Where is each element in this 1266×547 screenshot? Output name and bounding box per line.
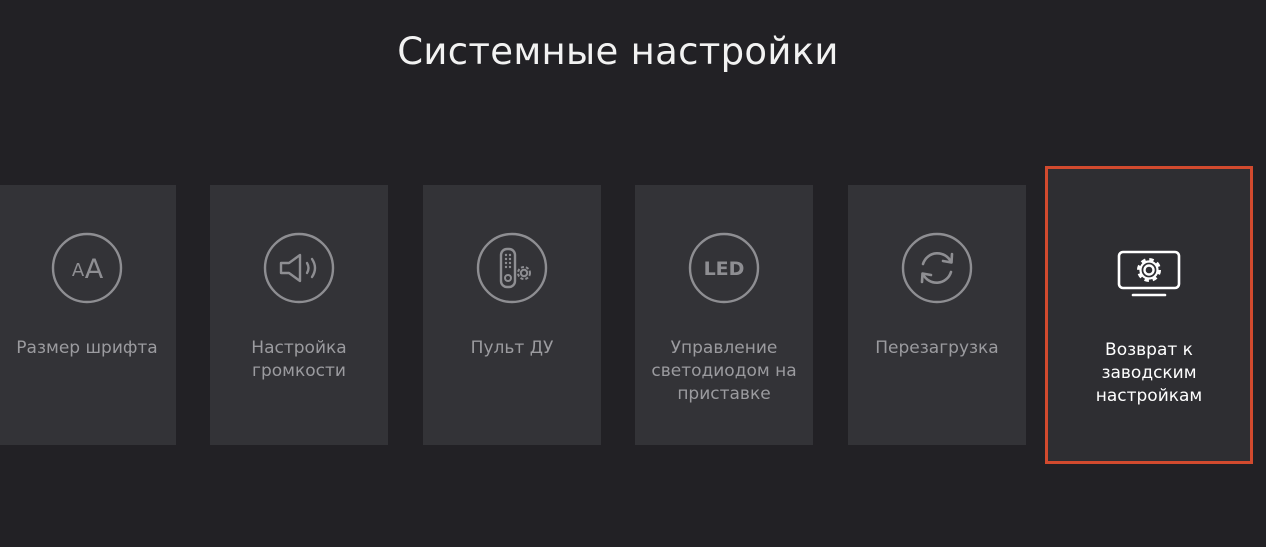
remote-control-icon bbox=[476, 232, 548, 304]
svg-text:A: A bbox=[72, 260, 85, 281]
tile-remote[interactable]: Пульт ДУ bbox=[423, 185, 601, 445]
tile-label: Управление светодиодом на приставке bbox=[651, 338, 797, 404]
tile-led[interactable]: LED Управление светодиодом на приставке bbox=[635, 185, 813, 445]
tv-gear-icon bbox=[1113, 242, 1185, 314]
tile-volume[interactable]: Настройка громкости bbox=[210, 185, 388, 445]
tile-label: Настройка громкости bbox=[251, 338, 347, 381]
page-title: Системные настройки bbox=[397, 30, 839, 73]
tile-font-size[interactable]: A A Размер шрифта bbox=[0, 185, 176, 445]
tile-reboot[interactable]: Перезагрузка bbox=[848, 185, 1026, 445]
led-icon: LED bbox=[688, 232, 760, 304]
refresh-icon bbox=[901, 232, 973, 304]
tile-label: Пульт ДУ bbox=[470, 338, 554, 358]
tile-label: Размер шрифта bbox=[16, 338, 158, 358]
tile-label: Перезагрузка bbox=[875, 338, 999, 358]
font-size-icon: A A bbox=[51, 232, 123, 304]
led-icon-text: LED bbox=[704, 258, 745, 280]
speaker-icon bbox=[263, 232, 335, 304]
tile-label: Возврат к заводским настройкам bbox=[1095, 340, 1203, 406]
svg-text:A: A bbox=[85, 254, 104, 285]
tile-factory-reset[interactable]: Возврат к заводским настройкам bbox=[1045, 166, 1253, 464]
